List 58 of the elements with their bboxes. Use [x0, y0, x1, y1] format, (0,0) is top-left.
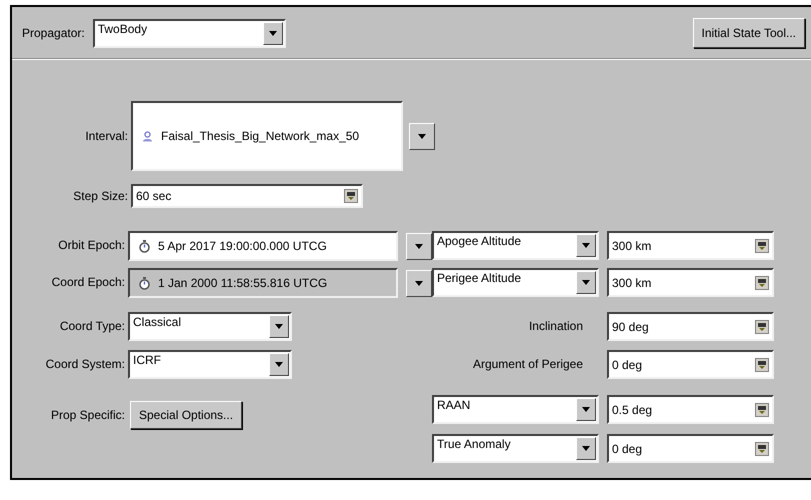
dropdown-button[interactable] — [406, 233, 432, 260]
caret-icon — [418, 134, 426, 138]
value-field[interactable]: 0.5 deg — [607, 395, 774, 424]
dropdown-button[interactable] — [576, 437, 596, 460]
caret-icon — [582, 243, 590, 248]
propagator-combo[interactable]: TwoBody — [92, 18, 286, 48]
caret-icon — [582, 407, 590, 412]
stopwatch-icon — [139, 240, 150, 252]
element-combo[interactable]: Perigee Altitude — [432, 268, 599, 297]
unit-picker-icon[interactable] — [755, 238, 769, 252]
stopwatch-icon — [139, 276, 150, 290]
caret-icon — [582, 446, 590, 451]
caret-icon — [415, 281, 423, 286]
caret-icon — [268, 30, 277, 36]
dropdown-button[interactable] — [269, 353, 289, 376]
initial-state-tool-button[interactable]: Initial State Tool... — [692, 18, 805, 48]
value-field[interactable]: 300 km — [607, 268, 774, 297]
dropdown-button[interactable] — [262, 22, 283, 44]
caret-icon — [415, 244, 423, 249]
caret-icon — [582, 280, 590, 285]
field-label: Coord Epoch: — [50, 274, 126, 291]
field-label: Step Size: — [72, 189, 128, 203]
unit-picker-icon[interactable] — [755, 276, 769, 290]
dropdown-button[interactable] — [406, 270, 432, 297]
propagator-label: Propagator: — [22, 26, 85, 40]
value-field[interactable]: 0 deg — [607, 350, 774, 379]
dropdown-button[interactable] — [576, 271, 596, 294]
step-size-field[interactable]: 60 sec — [131, 184, 363, 208]
field-label: Prop Specific: — [50, 407, 126, 424]
element-combo[interactable]: Apogee Altitude — [432, 231, 599, 260]
unit-picker-icon[interactable] — [344, 189, 358, 203]
person-icon — [142, 130, 153, 142]
field-label: Coord System: — [44, 356, 126, 373]
coord-system-combo[interactable]: ICRF — [128, 350, 292, 379]
unit-picker-icon[interactable] — [755, 320, 769, 334]
dropdown-button[interactable] — [576, 398, 596, 421]
dropdown-button[interactable] — [576, 234, 596, 257]
unit-picker-icon[interactable] — [755, 402, 769, 416]
value-field[interactable]: 0 deg — [607, 434, 774, 463]
value-field[interactable]: 90 deg — [607, 312, 774, 341]
unit-picker-icon[interactable] — [755, 442, 769, 456]
field-label: Orbit Epoch: — [57, 237, 126, 254]
interval-field[interactable]: Faisal_Thesis_Big_Network_max_50 — [131, 101, 403, 171]
element-combo[interactable]: True Anomaly — [432, 434, 599, 463]
field-label: Coord Type: — [58, 318, 126, 335]
unit-picker-icon[interactable] — [755, 358, 769, 372]
field-label: Interval: — [84, 129, 128, 143]
element-combo[interactable]: RAAN — [432, 395, 599, 424]
dropdown-button[interactable] — [269, 315, 289, 338]
caret-icon — [275, 324, 283, 329]
value-field[interactable]: 300 km — [607, 231, 774, 260]
element-label: Inclination — [528, 318, 584, 335]
element-label: Argument of Perigee — [472, 356, 584, 373]
coord-type-combo[interactable]: Classical — [128, 312, 292, 341]
special-options-button[interactable]: Special Options... — [130, 401, 242, 429]
epoch-field[interactable]: 5 Apr 2017 19:00:00.000 UTCG — [128, 231, 398, 261]
dropdown-button[interactable] — [409, 122, 435, 150]
caret-icon — [275, 362, 283, 367]
